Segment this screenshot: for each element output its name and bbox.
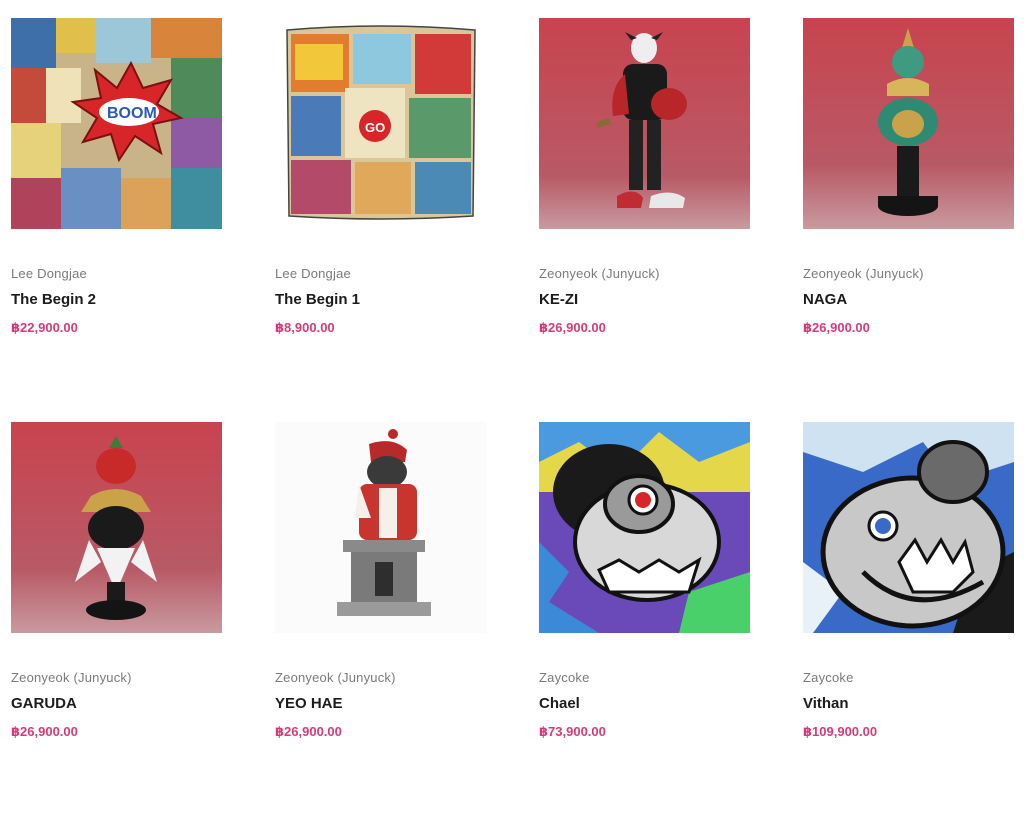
product-price: ฿22,900.00 xyxy=(11,320,78,335)
product-card[interactable]: Zeonyeok (Junyuck) KE-ZI ฿26,900.00 xyxy=(539,18,750,422)
product-title[interactable]: Vithan xyxy=(803,695,849,712)
product-card[interactable]: Zeonyeok (Junyuck) NAGA ฿26,900.00 xyxy=(803,18,1014,422)
product-price: ฿26,900.00 xyxy=(11,724,78,739)
svg-text:BOOM: BOOM xyxy=(107,105,157,122)
product-image[interactable]: GO xyxy=(275,18,486,229)
product-title[interactable]: Chael xyxy=(539,695,580,712)
product-card[interactable]: GO Lee Dongjae The Begin 1 ฿8,900.00 xyxy=(275,18,486,422)
product-image[interactable]: BOOM xyxy=(11,18,222,229)
product-price: ฿26,900.00 xyxy=(275,724,342,739)
product-artist: Lee Dongjae xyxy=(11,266,87,281)
product-title[interactable]: KE-ZI xyxy=(539,291,578,308)
product-price: ฿73,900.00 xyxy=(539,724,606,739)
product-price: ฿26,900.00 xyxy=(803,320,870,335)
product-price: ฿109,900.00 xyxy=(803,724,878,739)
figure-yeo-hae-image xyxy=(275,422,486,633)
product-title[interactable]: The Begin 2 xyxy=(11,291,96,308)
product-image[interactable] xyxy=(539,422,750,633)
product-artist: Zaycoke xyxy=(539,670,590,685)
painting-vithan-image xyxy=(803,422,1014,633)
product-artist: Zeonyeok (Junyuck) xyxy=(11,670,132,685)
product-card[interactable]: Zaycoke Chael ฿73,900.00 xyxy=(539,422,750,826)
product-card[interactable]: Zaycoke Vithan ฿109,900.00 xyxy=(803,422,1014,826)
comic-bag-image: GO xyxy=(275,18,486,229)
figure-naga-image xyxy=(803,18,1014,229)
painting-chael-image xyxy=(539,422,750,633)
product-image[interactable] xyxy=(803,422,1014,633)
product-title[interactable]: GARUDA xyxy=(11,695,77,712)
product-artist: Zeonyeok (Junyuck) xyxy=(803,266,924,281)
product-image[interactable] xyxy=(539,18,750,229)
product-title[interactable]: NAGA xyxy=(803,291,847,308)
product-grid: BOOM Lee Dongjae The Begin 2 ฿22,900.00 xyxy=(11,18,1015,826)
product-image[interactable] xyxy=(275,422,486,633)
product-price: ฿26,900.00 xyxy=(539,320,606,335)
product-card[interactable]: Zeonyeok (Junyuck) GARUDA ฿26,900.00 xyxy=(11,422,222,826)
svg-text:GO: GO xyxy=(365,120,385,135)
figure-garuda-image xyxy=(11,422,222,633)
product-image[interactable] xyxy=(803,18,1014,229)
product-card[interactable]: Zeonyeok (Junyuck) YEO HAE ฿26,900.00 xyxy=(275,422,486,826)
comic-collage-image: BOOM xyxy=(11,18,222,229)
product-image[interactable] xyxy=(11,422,222,633)
product-title[interactable]: The Begin 1 xyxy=(275,291,360,308)
product-title[interactable]: YEO HAE xyxy=(275,695,343,712)
product-price: ฿8,900.00 xyxy=(275,320,335,335)
product-artist: Zeonyeok (Junyuck) xyxy=(275,670,396,685)
product-artist: Zeonyeok (Junyuck) xyxy=(539,266,660,281)
product-artist: Lee Dongjae xyxy=(275,266,351,281)
figure-kezi-image xyxy=(539,18,750,229)
product-artist: Zaycoke xyxy=(803,670,854,685)
product-card[interactable]: BOOM Lee Dongjae The Begin 2 ฿22,900.00 xyxy=(11,18,222,422)
